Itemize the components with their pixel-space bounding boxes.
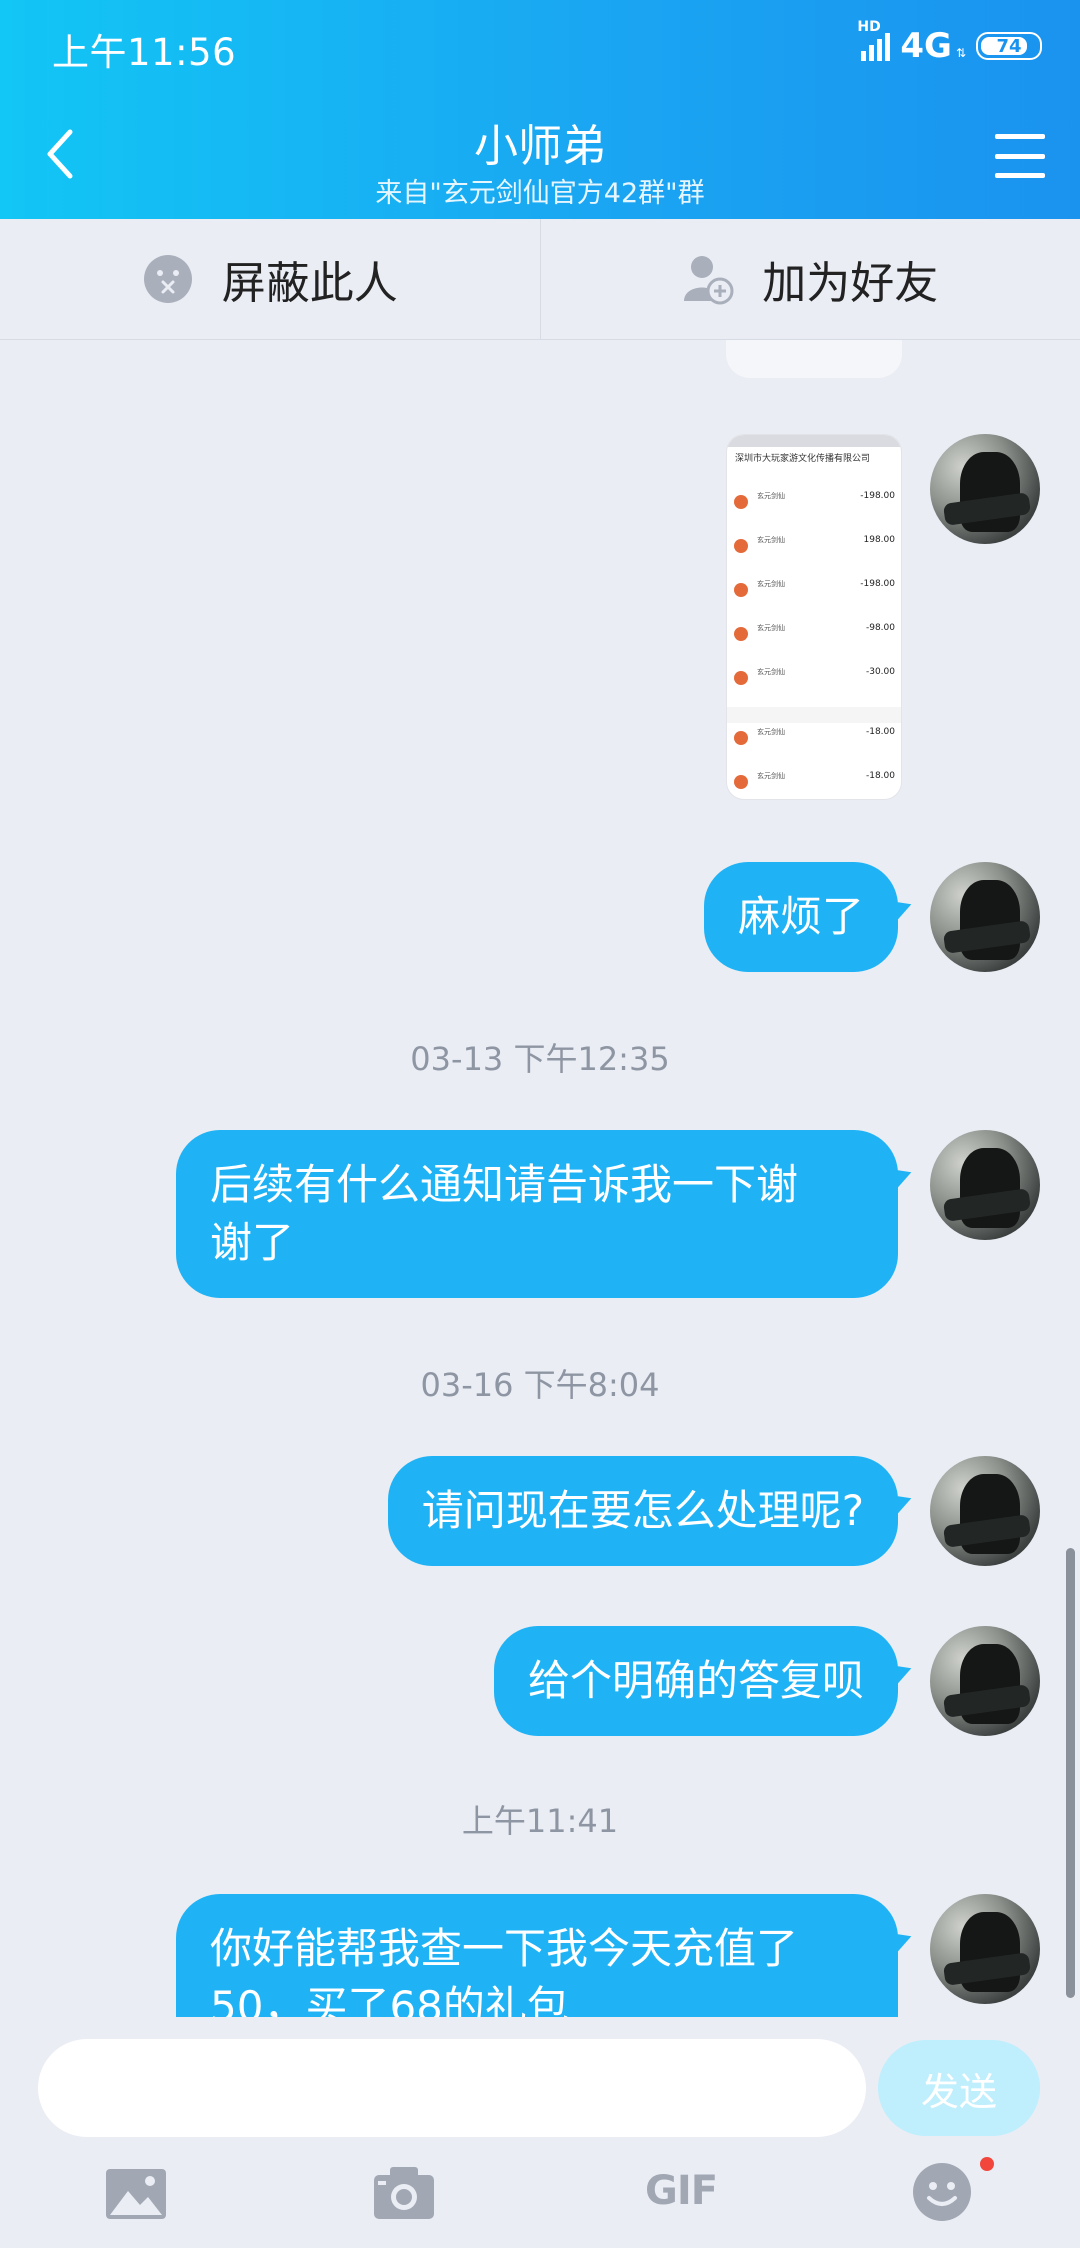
avatar[interactable]: [930, 862, 1040, 972]
input-bar: 发送 GIF: [0, 2017, 1080, 2248]
image-row-amount: -198.00: [860, 491, 895, 501]
gif-icon[interactable]: GIF: [645, 2168, 718, 2214]
battery-icon: 74: [976, 32, 1042, 60]
message-text: 谢了: [210, 1218, 295, 1267]
message-input[interactable]: [38, 2039, 866, 2137]
chat-header: 上午11:56 HD 4G ⇅ 74 小师弟 来自"玄元剑仙官方42群"群: [0, 0, 1080, 219]
image-icon[interactable]: [104, 2165, 168, 2221]
add-friend-button[interactable]: 加为好友: [539, 219, 1080, 339]
image-row-amount: -18.00: [865, 771, 895, 781]
message-text: 50，买了68的礼包: [210, 1982, 569, 2017]
image-company: 深圳市大玩家游文化传播有限公司: [735, 454, 871, 464]
image-row-label: 玄元剑仙: [757, 624, 785, 632]
avatar[interactable]: [930, 1894, 1040, 2004]
image-row-amount: -98.00: [865, 623, 895, 633]
message-bubble[interactable]: 后续有什么通知请告诉我一下谢 谢了: [176, 1130, 898, 1298]
camera-icon[interactable]: [372, 2165, 436, 2221]
image-row-label: 玄元剑仙: [757, 580, 785, 588]
status-time: 上午11:56: [52, 31, 237, 74]
image-row-amount: 198.00: [863, 535, 896, 545]
image-row: 玄元剑仙 -18.00: [727, 723, 901, 767]
message-bubble[interactable]: 给个明确的答复呗: [493, 1626, 898, 1736]
stranger-action-bar: 屏蔽此人 加为好友: [0, 219, 1080, 340]
image-row: 玄元剑仙 -198.00: [727, 575, 901, 619]
data-activity-icon: ⇅: [955, 46, 966, 60]
image-row-label: 玄元剑仙: [757, 492, 785, 500]
timestamp: 03-13 下午12:35: [410, 1040, 670, 1078]
block-user-label: 屏蔽此人: [221, 258, 398, 309]
block-user-button[interactable]: 屏蔽此人: [0, 219, 540, 339]
avatar[interactable]: [930, 1456, 1040, 1566]
emoji-icon[interactable]: [912, 2162, 972, 2222]
block-face-icon: [143, 255, 192, 303]
image-divider: [727, 707, 901, 723]
message-bubble[interactable]: 麻烦了: [703, 862, 898, 972]
merchant-icon: [734, 539, 748, 553]
image-row-label: 玄元剑仙: [757, 728, 785, 736]
merchant-icon: [734, 627, 748, 641]
message-text: 你好能帮我查一下我今天充值了: [210, 1924, 799, 1973]
notification-dot: [980, 2157, 994, 2171]
image-row: 玄元剑仙 198.00: [727, 531, 901, 575]
image-row-label: 玄元剑仙: [757, 668, 785, 676]
battery-level: 74: [996, 35, 1022, 57]
timestamp: 上午11:41: [461, 1802, 619, 1840]
image-row: 玄元剑仙 -98.00: [727, 619, 901, 663]
previous-message-bubble[interactable]: [726, 340, 902, 378]
status-indicators: HD 4G ⇅ 74: [857, 19, 1042, 66]
message-text: 后续有什么通知请告诉我一下谢: [210, 1160, 799, 1209]
network-type: 4G: [900, 26, 952, 66]
image-row-amount: -18.00: [865, 727, 895, 737]
scrollbar[interactable]: [1066, 1548, 1075, 1998]
send-button[interactable]: 发送: [878, 2040, 1040, 2136]
merchant-icon: [734, 731, 748, 745]
message-text: 给个明确的答复呗: [527, 1656, 864, 1705]
avatar[interactable]: [930, 434, 1040, 544]
image-row-label: 玄元剑仙: [757, 772, 785, 780]
merchant-icon: [734, 583, 748, 597]
message-bubble[interactable]: 请问现在要怎么处理呢?: [387, 1456, 898, 1566]
image-row-amount: -198.00: [860, 579, 895, 589]
image-message[interactable]: 深圳市大玩家游文化传播有限公司 玄元剑仙 -198.00 玄元剑仙 198.00 玄元剑…: [726, 434, 902, 800]
image-row-label: 玄元剑仙: [757, 536, 785, 544]
hd-label: HD: [857, 19, 881, 35]
message-text: 麻烦了: [737, 892, 864, 941]
avatar[interactable]: [930, 1130, 1040, 1240]
image-row: 玄元剑仙 -18.00: [727, 767, 901, 799]
timestamp: 03-16 下午8:04: [420, 1366, 660, 1404]
merchant-icon: [734, 775, 748, 789]
chat-subtitle: 来自"玄元剑仙官方42群"群: [375, 178, 705, 209]
message-text: 请问现在要怎么处理呢?: [421, 1486, 864, 1535]
menu-icon: [995, 134, 1045, 139]
image-row: 玄元剑仙 -30.00: [727, 663, 901, 707]
message-list[interactable]: 深圳市大玩家游文化传播有限公司 玄元剑仙 -198.00 玄元剑仙 198.00 玄元剑…: [0, 340, 1080, 2017]
menu-button[interactable]: [995, 134, 1045, 178]
chat-title: 小师弟: [474, 121, 606, 172]
merchant-icon: [734, 671, 748, 685]
add-friend-label: 加为好友: [762, 258, 939, 309]
avatar[interactable]: [930, 1626, 1040, 1736]
signal-icon: HD: [857, 19, 891, 61]
message-bubble[interactable]: 你好能帮我查一下我今天充值了 50，买了68的礼包: [176, 1894, 898, 2017]
image-row: 玄元剑仙 -198.00: [727, 487, 901, 531]
image-row-amount: -30.00: [865, 667, 895, 677]
merchant-icon: [734, 495, 748, 509]
add-friend-icon: [684, 256, 734, 305]
